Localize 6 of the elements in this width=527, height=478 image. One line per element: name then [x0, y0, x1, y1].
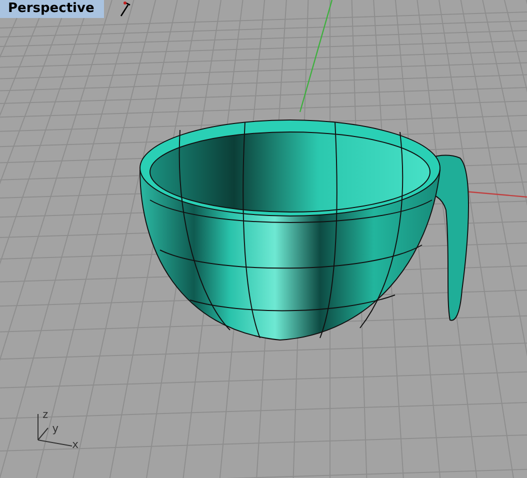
cursor-icon [118, 1, 132, 17]
axis-label: x [72, 438, 79, 451]
viewport-title[interactable]: Perspective [0, 0, 104, 18]
axis-label: z [42, 408, 49, 421]
axis-label: y [52, 422, 59, 435]
axis-widget-drawing [38, 414, 72, 446]
